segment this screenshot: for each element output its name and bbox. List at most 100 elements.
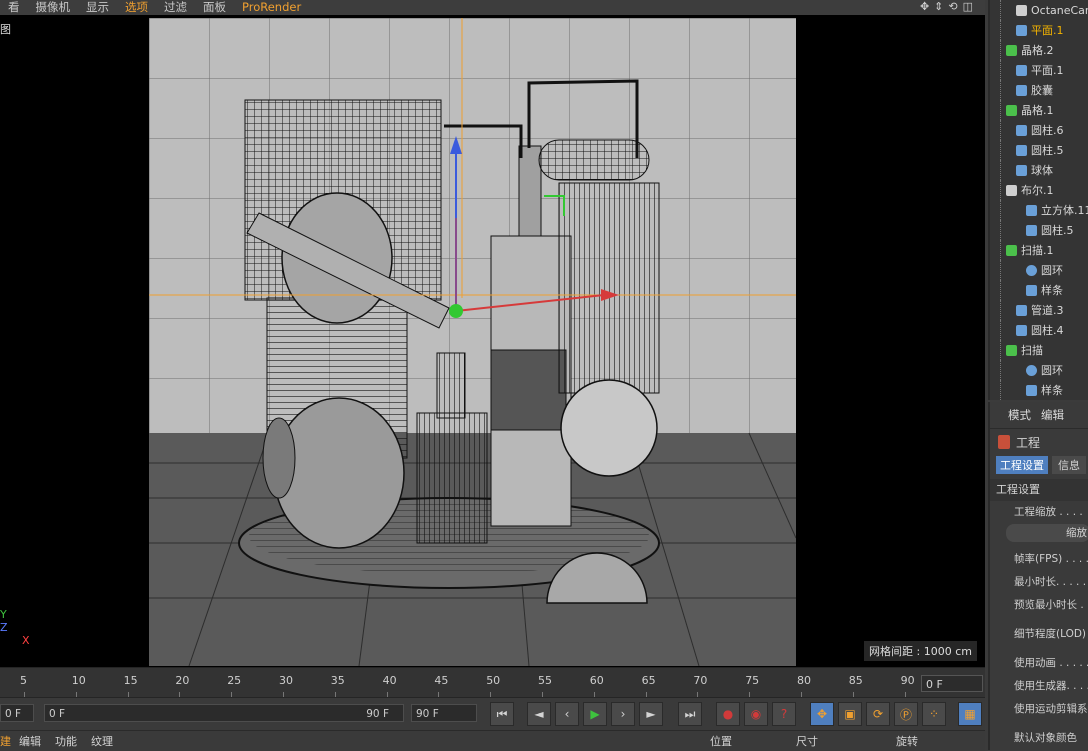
autokey-button[interactable]: ◉ [744,702,768,726]
polygon-icon [1016,124,1027,136]
tab-mode[interactable]: 模式 [1008,407,1031,423]
outliner-row[interactable]: 立方体.11 [990,200,1088,220]
timeline-tick-label: 60 [589,674,604,687]
tab-project-settings[interactable]: 工程设置 [996,456,1048,474]
outliner-row[interactable]: 晶格.1 [990,100,1088,120]
prev-key-button[interactable]: ◄ [527,702,551,726]
tab-create[interactable]: 建 [0,733,11,749]
menu-prorender[interactable]: ProRender [234,0,309,15]
outliner-row[interactable]: 圆柱.4 [990,320,1088,340]
prop-lod: 细节程度(LOD) [1014,628,1087,640]
param-icon: Ⓟ [899,707,912,722]
axis-z-label: Z [0,621,8,634]
timeline-tick-label: 70 [693,674,708,687]
record-icon: ● [722,707,734,721]
timeline-tick-label: 5 [20,674,27,687]
tab-info[interactable]: 信息 [1052,456,1086,474]
prev-frame-button[interactable]: ‹ [555,702,579,726]
outliner-row-label: 胶囊 [1031,84,1053,97]
view-nav-icons: ✥ ⇕ ⟲ ◫ [920,0,973,13]
sweep-icon [1006,344,1017,356]
tab-edit[interactable]: 编辑 [1041,407,1064,423]
menu-camera[interactable]: 摄像机 [28,0,79,15]
menu-view[interactable]: 看 [0,0,28,15]
tree-line [1000,240,1001,260]
outliner-row-label: 圆柱.6 [1031,124,1064,137]
outliner-row[interactable]: 晶格.2 [990,40,1088,60]
tree-line [1000,160,1001,180]
timeline-tick-label: 65 [641,674,656,687]
cylinder-icon [1026,224,1037,236]
outliner-row-label: 平面.1 [1031,24,1064,37]
outliner-row[interactable]: 圆柱.5 [990,220,1088,240]
end-frame-field[interactable]: 90 F [411,704,477,722]
outliner-row[interactable]: 扫描 [990,340,1088,360]
outliner-row[interactable]: 样条 [990,280,1088,300]
plane-icon [1016,24,1027,36]
move-icon: ✥ [816,707,828,721]
menu-filter[interactable]: 过滤 [156,0,195,15]
outliner-row[interactable]: 布尔.1 [990,180,1088,200]
tab-texture[interactable]: 纹理 [91,733,113,749]
timeline-tick-label: 50 [486,674,501,687]
go-to-start-button[interactable]: ⏮ [490,702,514,726]
film-button[interactable]: ▦ [958,702,982,726]
move-view-icon[interactable]: ✥ [920,0,929,13]
play-button[interactable]: ▶ [583,702,607,726]
param-tool-button[interactable]: Ⓟ [894,702,918,726]
record-button[interactable]: ● [716,702,740,726]
help-icon: ? [780,707,788,721]
current-frame-field[interactable]: 0 F [921,675,983,692]
go-to-end-button[interactable]: ⏭ [678,702,702,726]
timeline-tick-label: 55 [538,674,552,687]
outliner-row[interactable]: 圆柱.6 [990,120,1088,140]
outliner-row[interactable]: 管道.3 [990,300,1088,320]
project-icon [998,435,1010,449]
camera-icon [1016,4,1027,16]
menu-panel[interactable]: 面板 [195,0,234,15]
tab-edit-mat[interactable]: 编辑 [19,733,41,749]
prev-key-icon: ◄ [534,707,544,721]
rotate-view-icon[interactable]: ⟲ [948,0,957,13]
next-key-button[interactable]: ► [639,702,663,726]
timeline-tick-label: 10 [71,674,86,687]
toggle-view-icon[interactable]: ◫ [963,0,973,13]
3d-viewport[interactable]: 图 Y Z X 网格间距: 1000 cm [0,15,985,667]
outliner-row[interactable]: 平面.1 [990,60,1088,80]
outliner-row[interactable]: 胶囊 [990,80,1088,100]
prop-min-time: 最小时长. . . . . . [1014,576,1088,588]
next-frame-button[interactable]: › [611,702,635,726]
outliner-row-label: 扫描.1 [1021,244,1054,257]
outliner-row[interactable]: 球体 [990,160,1088,180]
timeline-tick-label: 90 [900,674,915,687]
menu-display[interactable]: 显示 [78,0,117,15]
outliner-row[interactable]: OctaneCam [990,0,1088,20]
scale-button[interactable]: 缩放 [1006,524,1088,542]
project-subtabs: 工程设置 信息 [990,455,1088,475]
outliner-row-label: 平面.1 [1031,64,1064,77]
grid-points-icon: ⁘ [928,707,940,721]
polygon-icon [1016,84,1027,96]
outliner-row-label: 布尔.1 [1021,184,1054,197]
move-tool-button[interactable]: ✥ [810,702,834,726]
menu-options[interactable]: 选项 [117,0,156,15]
outliner-row[interactable]: 平面.1 [990,20,1088,40]
outliner-row[interactable]: 样条 [990,380,1088,400]
outliner-row[interactable]: 圆环 [990,360,1088,380]
zoom-icon[interactable]: ⇕ [934,0,943,13]
scene-render[interactable] [149,18,796,666]
start-frame-field[interactable]: 0 F [0,704,34,722]
frame-range-slider[interactable]: 0 F 90 F [44,704,404,722]
timeline-ruler[interactable]: 0 F 5 10 15 20 25 30 35 40 45 50 55 60 65 70 75 80 85 90 [0,667,985,698]
tab-function[interactable]: 功能 [55,733,77,749]
outliner-row-label: 管道.3 [1031,304,1064,317]
scale-tool-button[interactable]: ▣ [838,702,862,726]
outliner-row[interactable]: 圆环 [990,260,1088,280]
outliner-row-label: 球体 [1031,164,1053,177]
outliner-row[interactable]: 圆柱.5 [990,140,1088,160]
polygon-icon [1016,64,1027,76]
keyframe-help-button[interactable]: ? [772,702,796,726]
outliner-row[interactable]: 扫描.1 [990,240,1088,260]
point-tool-button[interactable]: ⁘ [922,702,946,726]
rotate-tool-button[interactable]: ⟳ [866,702,890,726]
